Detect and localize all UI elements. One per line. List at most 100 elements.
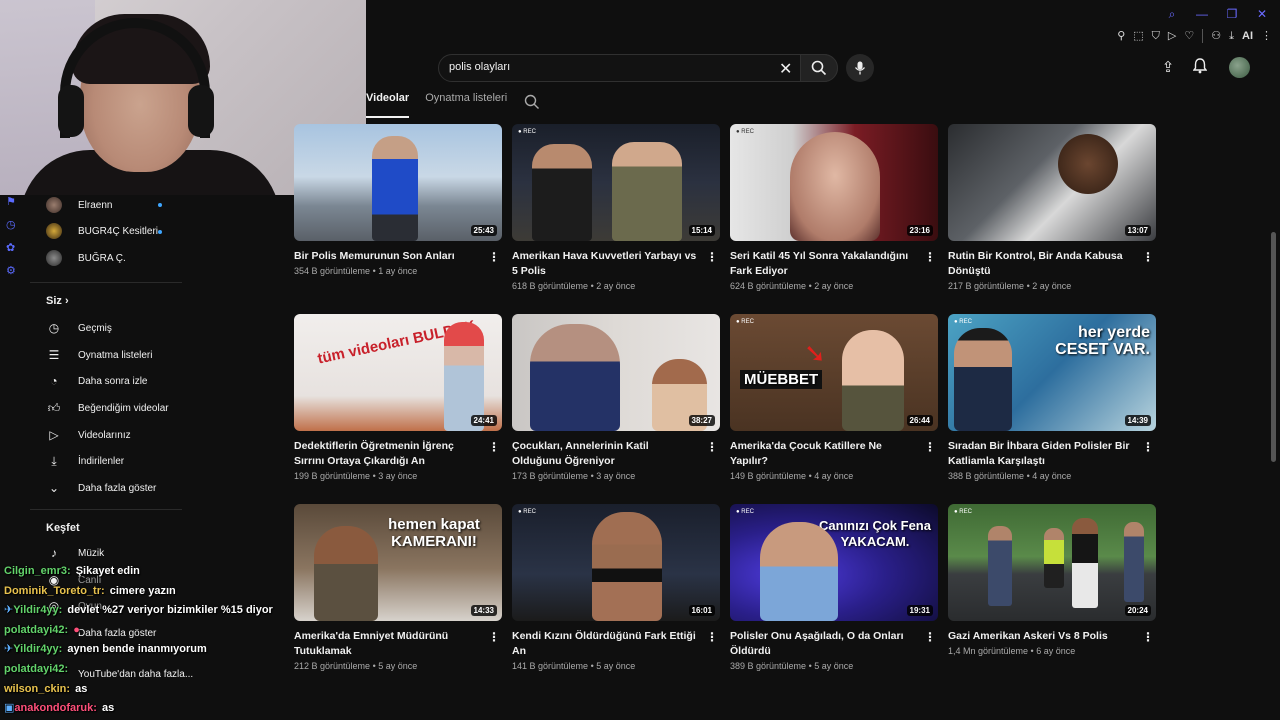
channel-avatar [46, 223, 62, 239]
channel-search-icon[interactable] [524, 94, 540, 110]
thumbnail-figure [1044, 528, 1064, 588]
video-duration: 38:27 [688, 415, 715, 426]
more-actions-icon[interactable]: ⋮ [706, 250, 718, 264]
video-title[interactable]: Rutin Bir Kontrol, Bir Anda Kabusa Dönüş… [948, 249, 1136, 279]
video-title[interactable]: Amerikan Hava Kuvvetleri Yarbayı vs 5 Po… [512, 249, 700, 279]
sidebar-you-header[interactable]: Siz › [46, 295, 69, 307]
more-actions-icon[interactable]: ⋮ [488, 250, 500, 264]
more-actions-icon[interactable]: ⋮ [1142, 630, 1154, 644]
video-title[interactable]: Kendi Kızını Öldürdüğünü Fark Ettiği An [512, 629, 700, 659]
video-title[interactable]: Seri Katil 45 Yıl Sonra Yakalandığını Fa… [730, 249, 918, 279]
video-title[interactable]: Amerika'da Çocuk Katillere Ne Yapılır? [730, 439, 918, 469]
more-actions-icon[interactable]: ⋮ [1142, 440, 1154, 454]
clear-icon[interactable]: ✕ [779, 59, 792, 79]
search-button[interactable] [800, 54, 838, 82]
voice-search-button[interactable] [846, 54, 874, 82]
video-title[interactable]: Sıradan Bir İhbara Giden Polisler Bir Ka… [948, 439, 1136, 469]
sidebar-item-music[interactable]: ♪ Müzik [46, 545, 104, 561]
video-card[interactable]: ● REC 15:14 Amerikan Hava Kuvvetleri Yar… [512, 124, 720, 291]
sidebar-item-show-more[interactable]: ⌄ Daha fazla göster [46, 480, 156, 496]
video-thumbnail[interactable]: hemen kapat KAMERANI! 14:33 [294, 504, 502, 621]
more-actions-icon[interactable]: ⋮ [706, 630, 718, 644]
heart-icon[interactable]: ♡ [1184, 28, 1194, 44]
sidebar-channel-bugrac-kesitleri[interactable]: BUGR4Ç Kesitleri [46, 223, 158, 239]
video-meta: 199 B görüntüleme • 3 ay önce [294, 471, 418, 481]
video-card[interactable]: ● REC her yerde CESET VAR. 14:39 Sıradan… [948, 314, 1156, 481]
video-thumbnail[interactable]: 38:27 [512, 314, 720, 431]
upload-icon[interactable]: ⇪ [1158, 58, 1178, 78]
settings-mini-icon[interactable]: ⚙ [6, 264, 26, 277]
sidebar-item-downloads[interactable]: ⤓ İndirilenler [46, 453, 124, 469]
video-thumbnail[interactable]: ● REC Canınızı Çok Fena YAKACAM. 19:31 [730, 504, 938, 621]
sidebar-channel-bugra-c[interactable]: BUĞRA Ç. [46, 250, 126, 266]
video-card[interactable]: ● REC 23:16 Seri Katil 45 Yıl Sonra Yaka… [730, 124, 938, 291]
video-card[interactable]: 38:27 Çocukları, Annelerinin Katil Olduğ… [512, 314, 720, 481]
more-icon[interactable]: ⋮ [1261, 28, 1272, 44]
page-scrollbar[interactable] [1271, 232, 1276, 462]
video-card[interactable]: tüm videoları BULDUK 24:41 Dedektiflerin… [294, 314, 502, 481]
sidebar-item-history[interactable]: ◷ Geçmiş [46, 320, 112, 336]
screenshot-icon[interactable]: ⬚ [1133, 28, 1143, 44]
video-thumbnail[interactable]: 25:43 [294, 124, 502, 241]
video-thumbnail[interactable]: 13:07 [948, 124, 1156, 241]
search-input[interactable] [449, 61, 769, 73]
video-card[interactable]: ● REC Canınızı Çok Fena YAKACAM. 19:31 P… [730, 504, 938, 671]
video-card[interactable]: hemen kapat KAMERANI! 14:33 Amerika'da E… [294, 504, 502, 671]
pin-icon[interactable]: ⚲ [1117, 28, 1125, 44]
rec-indicator: ● REC [954, 509, 972, 515]
video-title[interactable]: Amerika'da Emniyet Müdürünü Tutuklamak [294, 629, 482, 659]
ai-button[interactable]: AI [1242, 28, 1253, 44]
account-avatar[interactable] [1229, 57, 1250, 78]
video-title[interactable]: Polisler Onu Aşağıladı, O da Onları Öldü… [730, 629, 918, 659]
more-actions-icon[interactable]: ⋮ [488, 630, 500, 644]
more-actions-icon[interactable]: ⋮ [924, 630, 936, 644]
more-actions-icon[interactable]: ⋮ [488, 440, 500, 454]
download-icon[interactable]: ⤓ [1229, 28, 1234, 44]
sidebar-item-your-videos[interactable]: ▷ Videolarınız [46, 427, 130, 443]
video-card[interactable]: ● REC MÜEBBET ➘ 26:44 Amerika'da Çocuk K… [730, 314, 938, 481]
video-duration: 25:43 [470, 225, 497, 236]
play-icon[interactable]: ▷ [1168, 28, 1176, 44]
sidebar-channel-elraenn[interactable]: Elraenn [46, 197, 112, 213]
video-thumbnail[interactable]: tüm videoları BULDUK 24:41 [294, 314, 502, 431]
video-thumbnail[interactable]: ● REC 15:14 [512, 124, 720, 241]
search-box[interactable]: ✕ [438, 54, 838, 82]
account-icon[interactable]: ⚇ [1211, 28, 1221, 44]
bookmark-icon[interactable]: ⚑ [6, 195, 26, 208]
notifications-bell-icon[interactable] [1190, 58, 1210, 78]
chat-emote-icon: ● [73, 623, 80, 636]
tab-videos[interactable]: Videolar [366, 92, 410, 118]
video-card[interactable]: 13:07 Rutin Bir Kontrol, Bir Anda Kabusa… [948, 124, 1156, 291]
sidebar-item-playlists[interactable]: ☰ Oynatma listeleri [46, 347, 153, 363]
video-title[interactable]: Gazi Amerikan Askeri Vs 8 Polis [948, 629, 1136, 644]
close-icon[interactable]: ✕ [1254, 6, 1270, 22]
restore-icon[interactable]: ❐ [1224, 6, 1240, 22]
video-thumbnail[interactable]: ● REC 23:16 [730, 124, 938, 241]
video-meta: 212 B görüntüleme • 5 ay önce [294, 661, 418, 671]
video-card[interactable]: 25:43 Bir Polis Memurunun Son Anları 354… [294, 124, 502, 276]
tab-playlists[interactable]: Oynatma listeleri [425, 92, 507, 118]
video-title[interactable]: Bir Polis Memurunun Son Anları [294, 249, 482, 264]
history-mini-icon[interactable]: ◷ [6, 218, 26, 231]
sidebar-item-liked-videos[interactable]: 👍︎ Beğendiğim videolar [46, 400, 169, 416]
video-age: 2 ay önce [1032, 281, 1072, 291]
video-title[interactable]: Çocukları, Annelerinin Katil Olduğunu Öğ… [512, 439, 700, 469]
video-thumbnail[interactable]: ● REC her yerde CESET VAR. 14:39 [948, 314, 1156, 431]
video-card[interactable]: ● REC 16:01 Kendi Kızını Öldürdüğünü Far… [512, 504, 720, 671]
sidebar-item-watch-later[interactable]: ◔ Daha sonra izle [46, 373, 147, 389]
video-card[interactable]: ● REC 20:24 Gazi Amerikan Askeri Vs 8 Po… [948, 504, 1156, 656]
minimize-icon[interactable]: — [1194, 6, 1210, 22]
extension-mini-icon[interactable]: ✿ [6, 241, 26, 254]
video-duration: 20:24 [1124, 605, 1151, 616]
more-actions-icon[interactable]: ⋮ [706, 440, 718, 454]
more-actions-icon[interactable]: ⋮ [924, 250, 936, 264]
video-thumbnail[interactable]: ● REC MÜEBBET ➘ 26:44 [730, 314, 938, 431]
video-thumbnail[interactable]: ● REC 20:24 [948, 504, 1156, 621]
video-title[interactable]: Dedektiflerin Öğretmenin İğrenç Sırrını … [294, 439, 482, 469]
video-thumbnail[interactable]: ● REC 16:01 [512, 504, 720, 621]
search-icon[interactable]: ⌕ [1164, 6, 1180, 22]
shield-icon[interactable]: ⛉ [1152, 28, 1160, 44]
more-actions-icon[interactable]: ⋮ [924, 440, 936, 454]
video-meta: 389 B görüntüleme • 5 ay önce [730, 661, 854, 671]
more-actions-icon[interactable]: ⋮ [1142, 250, 1154, 264]
